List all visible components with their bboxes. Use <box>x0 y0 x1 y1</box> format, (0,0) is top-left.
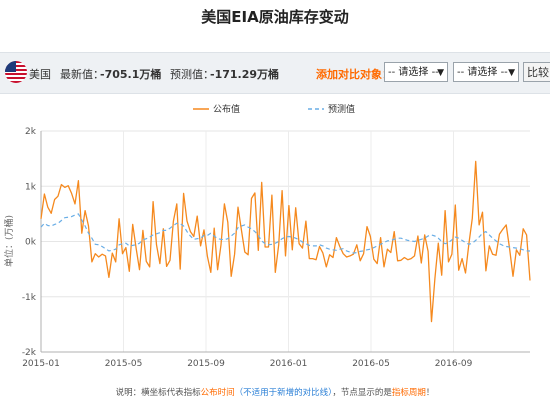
y-tick-label: 0k <box>25 238 37 248</box>
footnote-mid: ，节点显示的是 <box>332 388 392 398</box>
footnote-suffix: ！ <box>425 388 435 398</box>
footnote-prefix: 说明：横坐标代表指标 <box>115 388 201 398</box>
chart: 2k 1k 0k -1k -2k 2015-01 2015-05 2015-09 2016-0… <box>3 103 531 369</box>
footnote-note: （不适用于新增的对比线） <box>234 388 333 398</box>
x-tick-label: 2015-01 <box>22 359 60 369</box>
y-axis-label: 单位：(万桶) <box>3 215 15 267</box>
footnote-release-time: 公布时间 <box>200 388 235 398</box>
y-tick-label: -1k <box>22 293 37 303</box>
footnote-indicator-period: 指标周期 <box>391 388 426 398</box>
footnote: 说明：横坐标代表指标公布时间（不适用于新增的对比线），节点显示的是指标周期！ <box>0 386 550 398</box>
legend-label-published[interactable]: 公布值 <box>213 103 240 115</box>
legend-label-forecast[interactable]: 预测值 <box>328 103 355 115</box>
y-tick-label: -2k <box>22 348 37 358</box>
x-tick-label: 2015-09 <box>187 359 225 369</box>
y-tick-label: 2k <box>25 127 37 137</box>
x-tick-label: 2016-05 <box>352 359 390 369</box>
x-tick-label: 2015-05 <box>105 359 143 369</box>
y-tick-label: 1k <box>25 182 37 192</box>
x-tick-label: 2016-09 <box>435 359 473 369</box>
x-tick-label: 2016-01 <box>270 359 308 369</box>
